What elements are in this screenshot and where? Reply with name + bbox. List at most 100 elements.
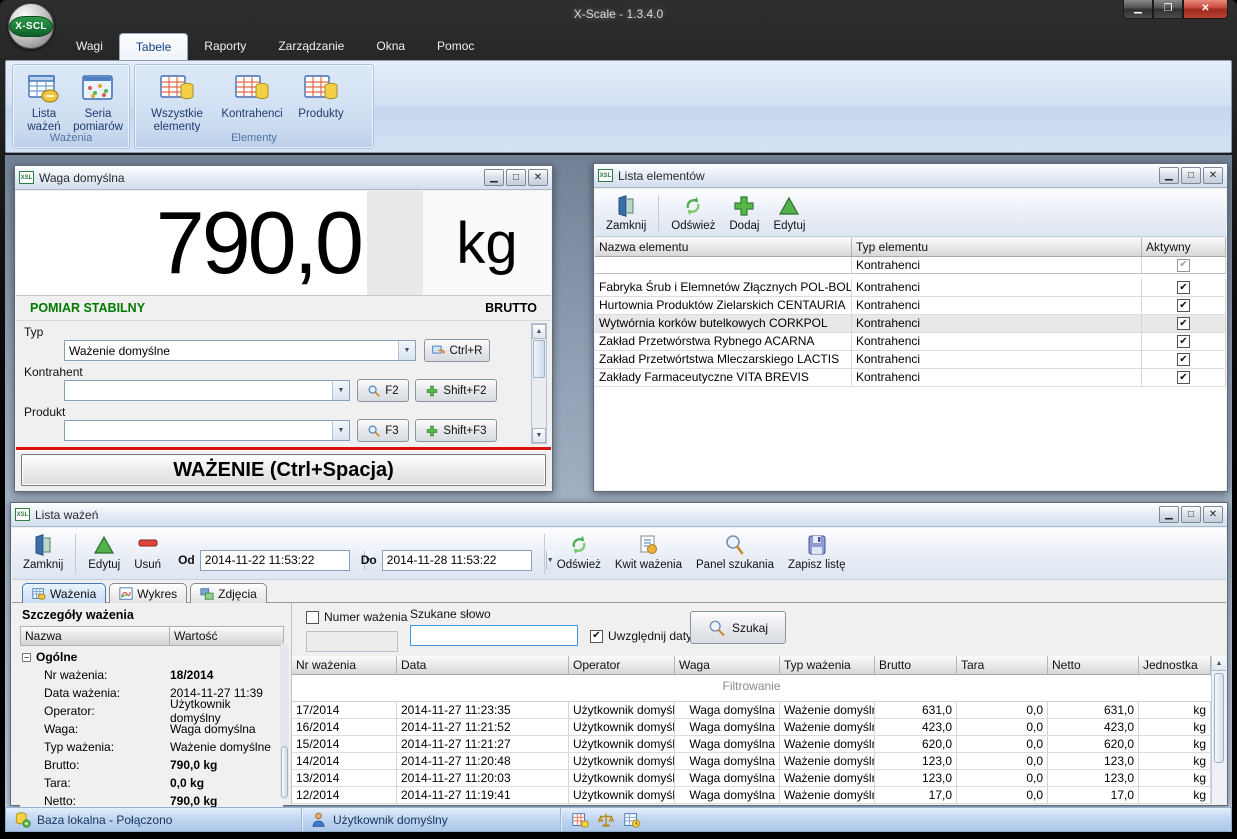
scroll-down-icon[interactable]: ▼ [532, 428, 546, 443]
column-header[interactable]: Operator [569, 656, 675, 674]
ribbon-button-seria-pomiarow[interactable]: Seria pomiarów [71, 69, 125, 134]
ribbon-tab-tabele[interactable]: Tabele [119, 33, 188, 60]
details-row[interactable]: Brutto:790,0 kg [20, 756, 283, 774]
table-row[interactable]: 14/20142014-11-27 11:20:48Użytkownik dom… [292, 753, 1211, 770]
column-header[interactable]: Typ ważenia [780, 656, 875, 674]
tab-zdjecia[interactable]: Zdjęcia [190, 583, 267, 603]
elements-maximize-button[interactable]: □ [1181, 167, 1201, 184]
weighing-number-input[interactable] [306, 631, 398, 652]
weighings-close-button[interactable]: ✕ [1203, 506, 1223, 523]
column-header[interactable]: Nr ważenia [292, 656, 397, 674]
ribbon-button-produkty[interactable]: Produkty [289, 69, 353, 121]
refresh-button[interactable]: Odśwież [664, 192, 722, 234]
collapse-icon[interactable]: − [22, 653, 31, 662]
ribbon-tab-wagi[interactable]: Wagi [60, 33, 119, 60]
checkbox-unchecked[interactable] [306, 611, 319, 624]
column-header[interactable]: Jednostka [1139, 656, 1211, 674]
close-list-button[interactable]: Zamknij [599, 192, 653, 234]
details-row[interactable]: Tara:0,0 kg [20, 774, 283, 792]
include-dates-checkbox[interactable]: ✔ Uwzględnij daty [590, 629, 692, 643]
close-list-button[interactable]: Zamknij [16, 531, 70, 577]
titlebar[interactable]: X-Scale - 1.3.4.0 [0, 0, 1237, 30]
table-row[interactable]: 16/20142014-11-27 11:21:52Użytkownik dom… [292, 719, 1211, 736]
scroll-up-icon[interactable]: ▲ [1212, 656, 1226, 671]
column-header[interactable]: Waga [675, 656, 780, 674]
tab-wykres[interactable]: Wykres [109, 583, 187, 603]
checkbox-checked[interactable]: ✔ [590, 630, 603, 643]
refresh-button[interactable]: Odśwież [550, 531, 608, 577]
column-header[interactable]: Wartość [170, 626, 284, 646]
table-row[interactable]: Wytwórnia korków butelkowych CORKPOLKont… [595, 315, 1226, 333]
scrollbar-thumb[interactable] [1214, 673, 1224, 763]
save-list-button[interactable]: Zapisz listę [781, 531, 853, 577]
search-button[interactable]: Szukaj [690, 611, 786, 644]
column-header[interactable]: Aktywny [1142, 238, 1226, 256]
details-group-row[interactable]: − Ogólne [20, 648, 283, 666]
scroll-up-icon[interactable]: ▲ [532, 324, 546, 339]
table-row[interactable]: 15/20142014-11-27 11:21:27Użytkownik dom… [292, 736, 1211, 753]
column-header[interactable]: Nazwa [20, 626, 170, 646]
form-scrollbar[interactable]: ▲ ▼ [531, 323, 547, 444]
elements-window-titlebar[interactable]: XSL Lista elementów ▁ □ ✕ [594, 164, 1227, 188]
produkt-combobox[interactable]: ▼ [64, 420, 350, 441]
elements-minimize-button[interactable]: ▁ [1159, 167, 1179, 184]
table-scrollbar[interactable]: ▲ [1211, 656, 1226, 804]
details-row[interactable]: Waga:Waga domyślna [20, 720, 283, 738]
search-panel-button[interactable]: Panel szukania [689, 531, 781, 577]
column-header[interactable]: Tara [957, 656, 1048, 674]
edit-button[interactable]: Edytuj [766, 192, 812, 234]
chevron-down-icon[interactable]: ▼ [332, 421, 349, 440]
table-row[interactable]: Hurtownia Produktów Zielarskich CENTAURI… [595, 297, 1226, 315]
details-row[interactable]: Typ ważenia:Ważenie domyślne [20, 738, 283, 756]
checkbox-checked[interactable]: ✔ [1177, 259, 1190, 272]
ribbon-tab-pomoc[interactable]: Pomoc [421, 33, 490, 60]
weighing-receipt-button[interactable]: Kwit ważenia [608, 531, 689, 577]
close-button[interactable]: ✕ [1183, 0, 1228, 19]
ribbon-button-wszystkie-elementy[interactable]: Wszystkie elementy [139, 69, 215, 134]
edit-button[interactable]: Edytuj [81, 531, 127, 577]
details-scrollbar[interactable] [280, 643, 289, 800]
minimize-button[interactable]: ▁ [1123, 0, 1153, 19]
table-row[interactable]: 12/20142014-11-27 11:19:41Użytkownik dom… [292, 787, 1211, 804]
ribbon-button-lista-wazen[interactable]: Lista ważeń [17, 69, 71, 134]
weighing-number-checkbox[interactable]: Numer ważenia [306, 610, 407, 624]
date-from-input[interactable] [201, 551, 364, 570]
kontrahent-add-button[interactable]: Shift+F2 [415, 379, 497, 402]
scale-status-icon[interactable] [597, 811, 615, 829]
checkbox-checked[interactable]: ✔ [1177, 281, 1190, 294]
weighings-maximize-button[interactable]: □ [1181, 506, 1201, 523]
scale-close-button[interactable]: ✕ [528, 169, 548, 186]
table-row[interactable]: Fabryka Śrub i Elemnetów Złącznych POL-B… [595, 279, 1226, 297]
typ-refresh-button[interactable]: Ctrl+R [424, 339, 490, 362]
add-button[interactable]: Dodaj [722, 192, 766, 234]
produkt-add-button[interactable]: Shift+F3 [415, 419, 497, 442]
scrollbar-thumb[interactable] [533, 340, 545, 378]
column-header[interactable]: Data [397, 656, 569, 674]
weighings-window-titlebar[interactable]: XSL Lista ważeń ▁ □ ✕ [11, 503, 1227, 527]
typ-combobox[interactable]: Ważenie domyślne ▼ [64, 340, 416, 361]
weighings-minimize-button[interactable]: ▁ [1159, 506, 1179, 523]
checkbox-checked[interactable]: ✔ [1177, 353, 1190, 366]
kontrahent-search-button[interactable]: F2 [357, 379, 409, 402]
checkbox-checked[interactable]: ✔ [1177, 299, 1190, 312]
column-header[interactable]: Netto [1048, 656, 1139, 674]
column-header[interactable]: Nazwa elementu [595, 238, 852, 256]
table-row[interactable]: Zakłady Farmaceutyczne VITA BREVISKontra… [595, 369, 1226, 387]
table-row[interactable]: Zakład Przetwórstwa Rybnego ACARNAKontra… [595, 333, 1226, 351]
ribbon-button-kontrahenci[interactable]: Kontrahenci [215, 69, 289, 121]
produkt-search-button[interactable]: F3 [357, 419, 409, 442]
ribbon-tab-raporty[interactable]: Raporty [188, 33, 262, 60]
table-status-icon[interactable] [571, 811, 589, 829]
checkbox-checked[interactable]: ✔ [1177, 335, 1190, 348]
tab-wazenia[interactable]: Ważenia [22, 583, 106, 603]
column-header[interactable]: Brutto [875, 656, 957, 674]
chevron-down-icon[interactable]: ▼ [398, 341, 415, 360]
date-from-field[interactable]: ▼ [200, 550, 350, 571]
scale-maximize-button[interactable]: □ [506, 169, 526, 186]
table-row[interactable]: 13/20142014-11-27 11:20:03Użytkownik dom… [292, 770, 1211, 787]
ribbon-tab-okna[interactable]: Okna [360, 33, 421, 60]
checkbox-checked[interactable]: ✔ [1177, 317, 1190, 330]
scale-minimize-button[interactable]: ▁ [484, 169, 504, 186]
kontrahent-combobox[interactable]: ▼ [64, 380, 350, 401]
table-row[interactable]: 17/20142014-11-27 11:23:35Użytkownik dom… [292, 702, 1211, 719]
